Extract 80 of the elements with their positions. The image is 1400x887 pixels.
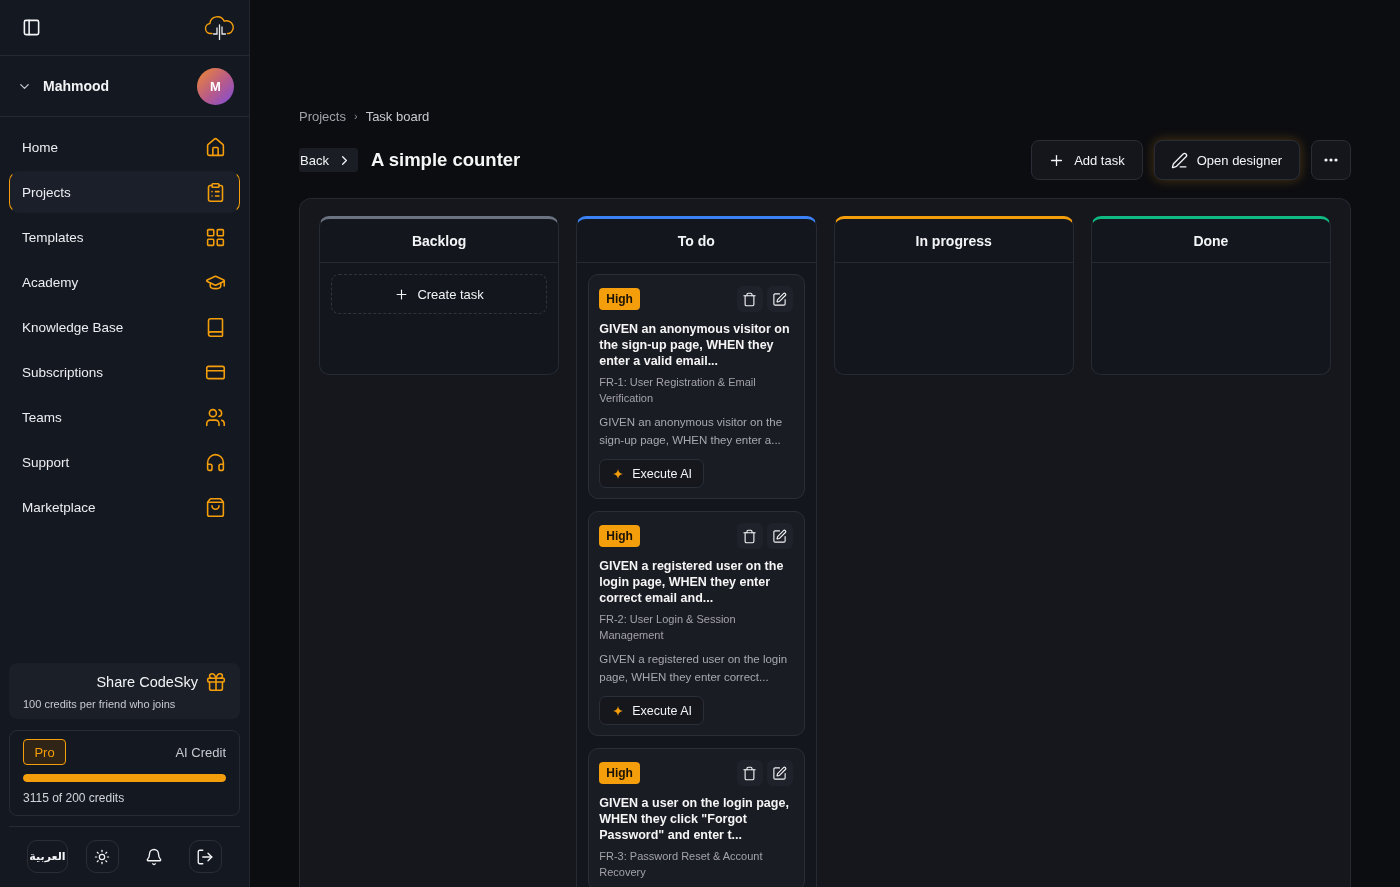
share-subtitle: 100 credits per friend who joins <box>23 698 177 710</box>
share-card[interactable]: Share CodeSky 100 credits per friend who joins <box>9 663 240 719</box>
task-title: GIVEN a registered user on the login page, WHEN they enter correct email and... <box>599 558 785 606</box>
nav-item[interactable]: Home <box>9 126 240 168</box>
column-header: Backlog <box>320 219 559 263</box>
more-button[interactable] <box>1311 140 1351 180</box>
task-description: GIVEN an anonymous visitor on the sign-up page, WHEN they enter a... <box>599 415 784 448</box>
user-avatar[interactable]: M <box>197 67 234 105</box>
delete-button[interactable] <box>736 760 763 786</box>
more-icon <box>1324 158 1338 162</box>
shopping-bag-icon <box>205 496 226 518</box>
nav-item[interactable]: Projects <box>9 171 240 213</box>
task-requirement: FR-2: User Login & Session Management <box>599 612 737 643</box>
column-header: Done <box>1091 219 1330 263</box>
plan-badge: Pro <box>23 739 66 765</box>
grid-icon <box>205 226 226 248</box>
delete-button[interactable] <box>736 523 763 549</box>
sparkle-icon <box>613 705 624 716</box>
priority-badge: High <box>599 762 640 784</box>
nav-item[interactable]: Subscriptions <box>9 351 240 393</box>
priority-badge: High <box>599 288 640 310</box>
task-title: GIVEN an anonymous visitor on the sign-up page, WHEN they enter a valid email... <box>599 321 791 369</box>
back-button[interactable]: Back <box>299 148 358 172</box>
sparkle-icon <box>613 468 624 479</box>
create-task-button[interactable]: Create task <box>331 274 548 314</box>
nav-item[interactable]: Support <box>9 441 240 483</box>
credit-usage: 3115 of 200 credits <box>23 791 126 805</box>
trash-icon <box>742 291 757 307</box>
home-icon <box>205 136 226 158</box>
bell-icon <box>144 847 163 866</box>
nav-item[interactable]: Templates <box>9 216 240 258</box>
column-header: In progress <box>834 219 1073 263</box>
execute-ai-button[interactable]: Execute AI <box>599 696 704 725</box>
trash-icon <box>742 765 757 781</box>
page-title: A simple counter <box>370 149 521 171</box>
add-task-button[interactable]: Add task <box>1031 140 1143 180</box>
plus-icon <box>394 286 410 302</box>
open-designer-button[interactable]: Open designer <box>1153 140 1300 180</box>
breadcrumb-link[interactable]: Projects <box>299 108 346 124</box>
edit-button[interactable] <box>766 286 793 312</box>
task-card[interactable] <box>588 511 805 736</box>
nav-item[interactable]: Academy <box>9 261 240 303</box>
nav-item[interactable]: Marketplace <box>9 486 240 528</box>
book-icon <box>205 316 226 338</box>
cloud-icon <box>204 15 235 40</box>
task-description: GIVEN a registered user on the login page, WHEN they enter correct... <box>599 652 789 685</box>
trash-icon <box>742 528 757 544</box>
users-icon <box>205 406 226 428</box>
breadcrumb-current: Task board <box>365 108 430 124</box>
column-header: To do <box>577 219 816 263</box>
headphones-icon <box>205 451 226 473</box>
user-menu-button[interactable]: Mahmood <box>17 78 110 94</box>
task-card[interactable]: High GIVEN a user on the login page, WHEN they click "Forgot Password" and enter t... FR-3: Password Reset & Account Recovery <box>588 748 805 887</box>
share-title: Share CodeSky <box>96 674 198 690</box>
logout-button[interactable] <box>188 840 222 873</box>
logout-icon <box>196 847 215 866</box>
task-requirement: FR-1: User Registration & Email Verification <box>599 375 757 406</box>
task-requirement: FR-3: Password Reset & Account Recovery <box>599 849 764 880</box>
priority-badge: High <box>599 525 640 547</box>
nav-item[interactable]: Knowledge Base <box>9 306 240 348</box>
edit-icon <box>772 765 787 781</box>
edit-icon <box>772 528 787 544</box>
edit-icon <box>772 291 787 307</box>
theme-button[interactable] <box>85 840 119 873</box>
task-card[interactable] <box>588 274 805 499</box>
pen-icon <box>1170 151 1188 169</box>
task-title: GIVEN a user on the login page, WHEN they click "Forgot Password" and enter t... <box>599 795 790 843</box>
sun-icon <box>94 848 111 865</box>
panel-left-icon <box>22 18 41 37</box>
sidebar-toggle-button[interactable] <box>22 18 41 37</box>
execute-ai-button[interactable]: Execute AI <box>599 459 704 488</box>
credit-label: AI Credit <box>175 744 226 760</box>
clipboard-icon <box>205 181 226 203</box>
edit-button[interactable] <box>766 523 793 549</box>
edit-button[interactable] <box>766 760 793 786</box>
gift-icon <box>205 671 227 693</box>
breadcrumb-separator: › <box>353 110 358 122</box>
delete-button[interactable] <box>736 286 763 312</box>
language-button[interactable]: العربية <box>27 840 68 873</box>
nav-item[interactable]: Teams <box>9 396 240 438</box>
